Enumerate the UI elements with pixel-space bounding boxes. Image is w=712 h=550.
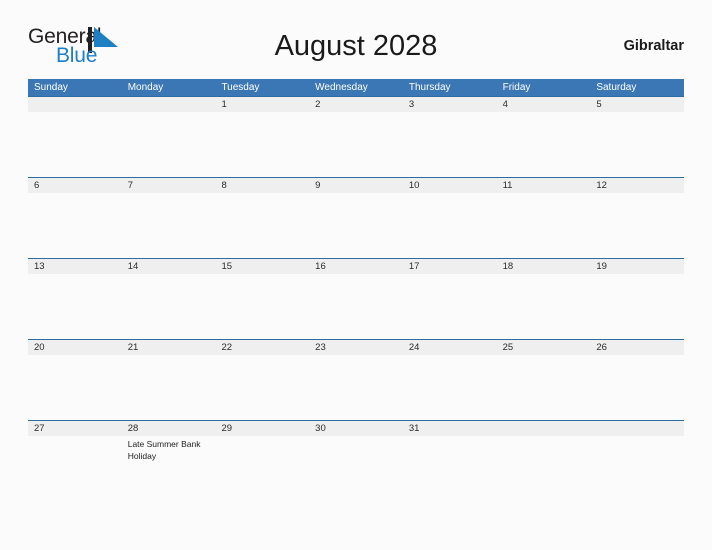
day-number[interactable] (122, 97, 216, 112)
day-number[interactable]: 14 (122, 259, 216, 274)
day-cell[interactable] (215, 355, 309, 419)
day-header-wednesday: Wednesday (315, 82, 368, 93)
day-cell[interactable] (215, 193, 309, 257)
week-number-band: 1 2 3 4 5 (28, 97, 684, 112)
week-row: 1 2 3 4 5 (28, 96, 684, 177)
week-body-band (28, 112, 684, 176)
day-cell[interactable] (122, 274, 216, 338)
day-cell[interactable] (28, 193, 122, 257)
week-body-band (28, 355, 684, 419)
week-number-band: 20 21 22 23 24 25 26 (28, 340, 684, 355)
day-number[interactable]: 26 (590, 340, 684, 355)
day-cell[interactable] (497, 274, 591, 338)
week-row: 13 14 15 16 17 18 19 (28, 258, 684, 339)
day-number[interactable]: 10 (403, 178, 497, 193)
day-number[interactable]: 22 (215, 340, 309, 355)
day-header-monday: Monday (127, 82, 164, 93)
day-number[interactable]: 27 (28, 421, 122, 436)
day-cell[interactable] (497, 436, 591, 500)
page-title: August 2028 (274, 30, 438, 62)
week-body-band (28, 274, 684, 338)
day-number[interactable]: 24 (403, 340, 497, 355)
day-cell[interactable] (403, 112, 497, 176)
day-number[interactable] (28, 97, 122, 112)
day-header-thursday: Thursday (408, 82, 451, 93)
day-header-friday: Friday (502, 82, 531, 93)
day-number[interactable]: 20 (28, 340, 122, 355)
day-cell[interactable] (309, 274, 403, 338)
day-number[interactable]: 25 (497, 340, 591, 355)
calendar-grid: Sunday Monday Tuesday Wednesday Thursday… (28, 79, 684, 501)
day-cell[interactable] (215, 436, 309, 500)
day-cell[interactable] (28, 274, 122, 338)
day-number[interactable]: 17 (403, 259, 497, 274)
calendar-page: General Blue August 2028 Gibraltar Sunda… (0, 0, 712, 550)
day-cell[interactable] (309, 436, 403, 500)
week-number-band: 27 28 29 30 31 (28, 421, 684, 436)
day-cell[interactable] (497, 112, 591, 176)
day-number[interactable]: 18 (497, 259, 591, 274)
week-body-band: Late Summer Bank Holiday (28, 436, 684, 500)
day-number[interactable]: 2 (309, 97, 403, 112)
day-cell[interactable]: Late Summer Bank Holiday (122, 436, 216, 500)
day-cell[interactable] (403, 274, 497, 338)
day-number[interactable]: 1 (215, 97, 309, 112)
day-number[interactable]: 13 (28, 259, 122, 274)
day-cell[interactable] (122, 355, 216, 419)
day-number[interactable] (590, 421, 684, 436)
day-number[interactable]: 8 (215, 178, 309, 193)
week-row: 20 21 22 23 24 25 26 (28, 339, 684, 420)
day-cell[interactable] (28, 112, 122, 176)
day-number[interactable]: 9 (309, 178, 403, 193)
day-number[interactable]: 11 (497, 178, 591, 193)
day-cell[interactable] (403, 436, 497, 500)
week-row: 6 7 8 9 10 11 12 (28, 177, 684, 258)
week-number-band: 6 7 8 9 10 11 12 (28, 178, 684, 193)
day-cell[interactable] (497, 193, 591, 257)
day-number[interactable]: 7 (122, 178, 216, 193)
day-number[interactable]: 4 (497, 97, 591, 112)
day-header-tuesday: Tuesday (221, 82, 260, 93)
day-number[interactable]: 12 (590, 178, 684, 193)
day-cell[interactable] (215, 274, 309, 338)
day-cell[interactable] (28, 436, 122, 500)
day-cell[interactable] (309, 112, 403, 176)
day-number[interactable]: 31 (403, 421, 497, 436)
day-header-sunday: Sunday (34, 82, 68, 93)
day-cell[interactable] (122, 112, 216, 176)
day-cell[interactable] (590, 112, 684, 176)
week-row: 27 28 29 30 31 Late Summer Bank Holiday (28, 420, 684, 501)
day-cell[interactable] (590, 355, 684, 419)
day-number[interactable]: 19 (590, 259, 684, 274)
day-number[interactable]: 6 (28, 178, 122, 193)
country-label: Gibraltar (623, 38, 684, 54)
day-event: Late Summer Bank Holiday (127, 439, 201, 461)
day-cell[interactable] (590, 193, 684, 257)
day-number[interactable]: 21 (122, 340, 216, 355)
day-cell[interactable] (215, 112, 309, 176)
day-number[interactable]: 30 (309, 421, 403, 436)
day-cell[interactable] (28, 355, 122, 419)
day-cell[interactable] (309, 193, 403, 257)
day-number[interactable]: 29 (215, 421, 309, 436)
day-number[interactable]: 16 (309, 259, 403, 274)
day-number[interactable]: 3 (403, 97, 497, 112)
day-cell[interactable] (590, 436, 684, 500)
day-header-saturday: Saturday (596, 82, 637, 93)
day-cell[interactable] (122, 193, 216, 257)
day-cell[interactable] (590, 274, 684, 338)
day-cell[interactable] (403, 193, 497, 257)
day-cell[interactable] (497, 355, 591, 419)
week-number-band: 13 14 15 16 17 18 19 (28, 259, 684, 274)
day-of-week-header-row: Sunday Monday Tuesday Wednesday Thursday… (28, 79, 684, 96)
day-number[interactable]: 5 (590, 97, 684, 112)
day-number[interactable]: 28 (122, 421, 216, 436)
day-cell[interactable] (403, 355, 497, 419)
day-number[interactable] (497, 421, 591, 436)
day-number[interactable]: 15 (215, 259, 309, 274)
day-cell[interactable] (309, 355, 403, 419)
page-header: General Blue August 2028 Gibraltar (28, 26, 684, 72)
week-body-band (28, 193, 684, 257)
day-number[interactable]: 23 (309, 340, 403, 355)
